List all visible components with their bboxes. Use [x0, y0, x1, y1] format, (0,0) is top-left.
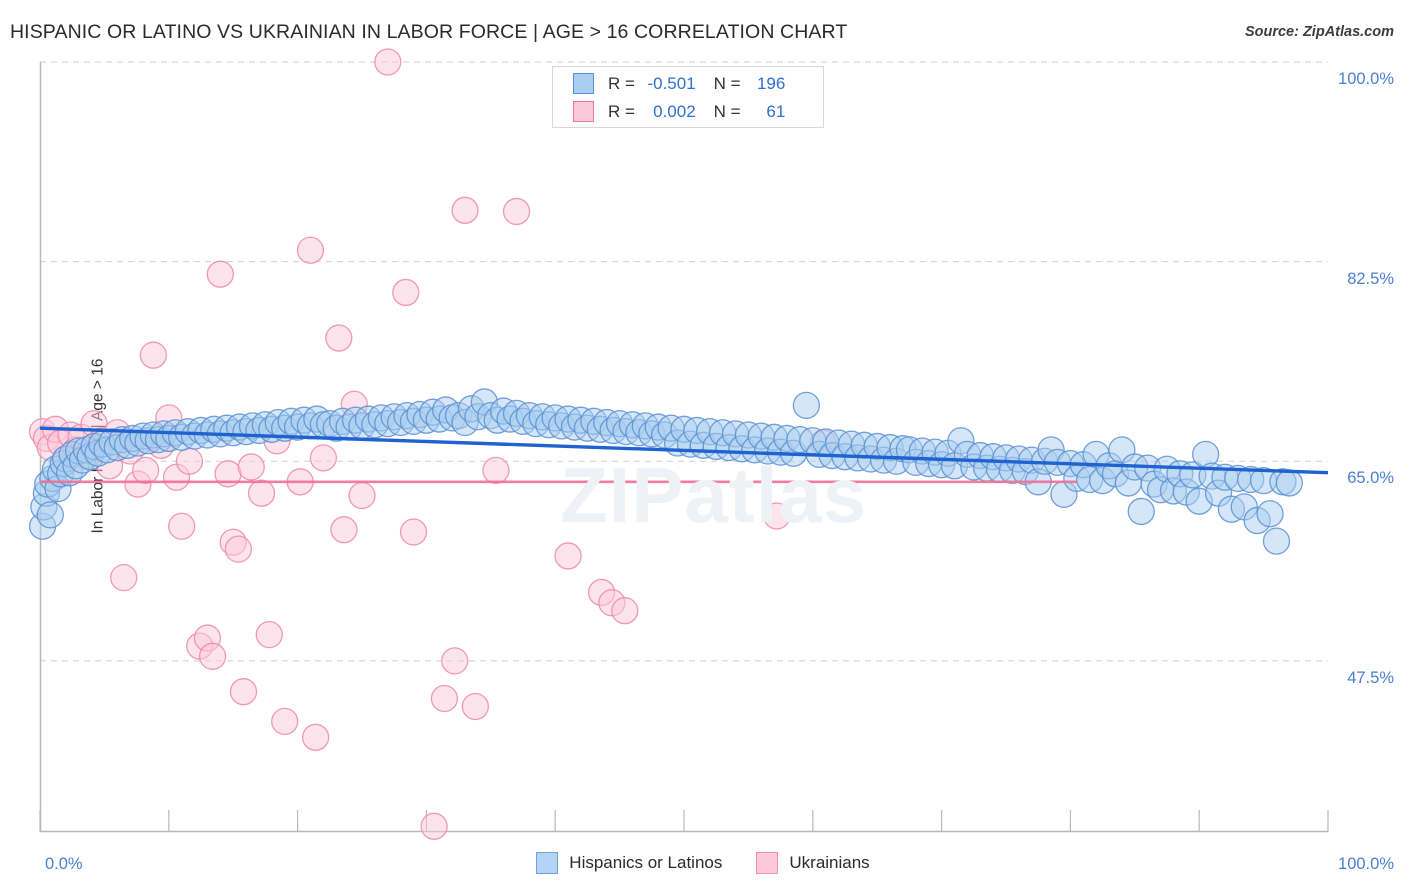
watermark: ZIPatlas [560, 451, 868, 539]
legend-label-ukrainians: Ukrainians [789, 853, 870, 872]
r-value-hispanics: -0.501 [647, 73, 696, 93]
correlation-chart: HISPANIC OR LATINO VS UKRAINIAN IN LABOR… [0, 0, 1406, 892]
y-axis-tick-label: 47.5% [1347, 668, 1394, 687]
stat-text-hispanics: R = -0.501 N = 196 [608, 74, 785, 94]
r-label-ukrainians: R = [608, 101, 635, 121]
n-value-ukrainians: 61 [766, 101, 786, 121]
legend-swatch-ukrainians [573, 101, 594, 122]
source-attribution: Source: ZipAtlas.com [1244, 24, 1394, 40]
scatter-canvas [28, 48, 1329, 840]
n-value-hispanics: 196 [756, 73, 786, 93]
series-legend: Hispanics or Latinos Ukrainians [0, 852, 1406, 874]
plot-area: ZIPatlas [28, 48, 1329, 840]
n-label-ukrainians: N = [713, 101, 741, 121]
page-title: HISPANIC OR LATINO VS UKRAINIAN IN LABOR… [10, 21, 848, 43]
r-value-ukrainians: 0.002 [653, 101, 696, 121]
legend-color-ukrainians [756, 852, 779, 874]
legend-item-hispanics[interactable]: Hispanics or Latinos [536, 852, 722, 874]
legend-item-ukrainians[interactable]: Ukrainians [756, 852, 870, 874]
stat-row-hispanics: R = -0.501 N = 196 [553, 70, 823, 97]
statistics-legend: R = -0.501 N = 196 R = 0.002 N = 61 [552, 66, 824, 128]
y-axis-tick-label: 100.0% [1338, 70, 1394, 88]
legend-swatch-hispanics [573, 73, 594, 94]
y-axis-tick-label: 82.5% [1347, 269, 1394, 288]
stat-text-ukrainians: R = 0.002 N = 61 [608, 102, 785, 122]
legend-color-hispanics [536, 852, 559, 874]
r-label-hispanics: R = [608, 73, 635, 93]
y-axis-tick-label: 65.0% [1347, 469, 1394, 488]
legend-label-hispanics: Hispanics or Latinos [569, 853, 723, 872]
stat-row-ukrainians: R = 0.002 N = 61 [553, 98, 823, 125]
n-label-hispanics: N = [713, 73, 741, 93]
gridlines [40, 61, 1328, 662]
